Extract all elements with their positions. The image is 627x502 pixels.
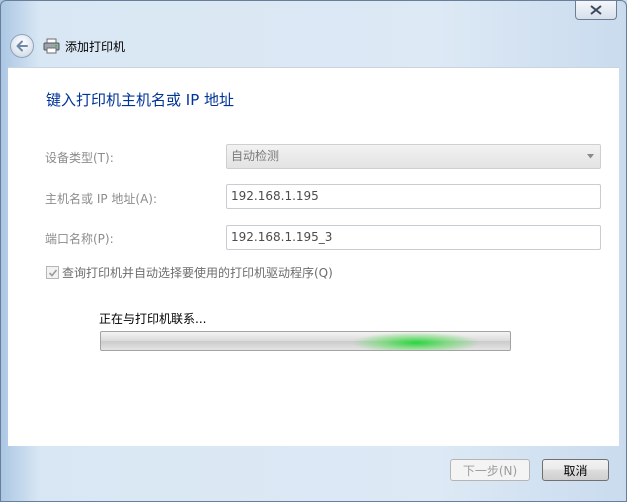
back-arrow-icon	[16, 40, 28, 52]
device-type-value: 自动检测	[231, 149, 280, 163]
window-title: 添加打印机	[65, 40, 126, 54]
back-button[interactable]	[10, 34, 34, 58]
host-label: 主机名或 IP 地址(A):	[45, 192, 158, 206]
device-type-label: 设备类型(T):	[45, 151, 114, 165]
port-name-label: 端口名称(P):	[45, 232, 114, 246]
port-name-input[interactable]: 192.168.1.195_3	[226, 225, 601, 250]
chevron-down-icon	[587, 154, 594, 159]
close-icon	[590, 5, 602, 15]
progress-marquee	[351, 332, 481, 350]
printer-icon	[43, 38, 60, 54]
wizard-content: 键入打印机主机名或 IP 地址 设备类型(T): 自动检测 主机名或 IP 地址…	[8, 67, 619, 446]
checkmark-icon	[48, 269, 58, 277]
host-input[interactable]: 192.168.1.195	[226, 184, 601, 209]
next-button[interactable]: 下一步(N)	[450, 459, 530, 481]
cancel-button[interactable]: 取消	[542, 459, 609, 481]
query-printer-checkbox[interactable]	[46, 266, 59, 279]
progress-bar	[100, 331, 511, 351]
close-button[interactable]	[575, 1, 617, 20]
query-printer-label: 查询打印机并自动选择要使用的打印机驱动程序(Q)	[62, 266, 333, 280]
progress-status-text: 正在与打印机联系...	[99, 312, 207, 326]
device-type-select[interactable]: 自动检测	[226, 144, 601, 169]
page-heading: 键入打印机主机名或 IP 地址	[46, 91, 235, 109]
